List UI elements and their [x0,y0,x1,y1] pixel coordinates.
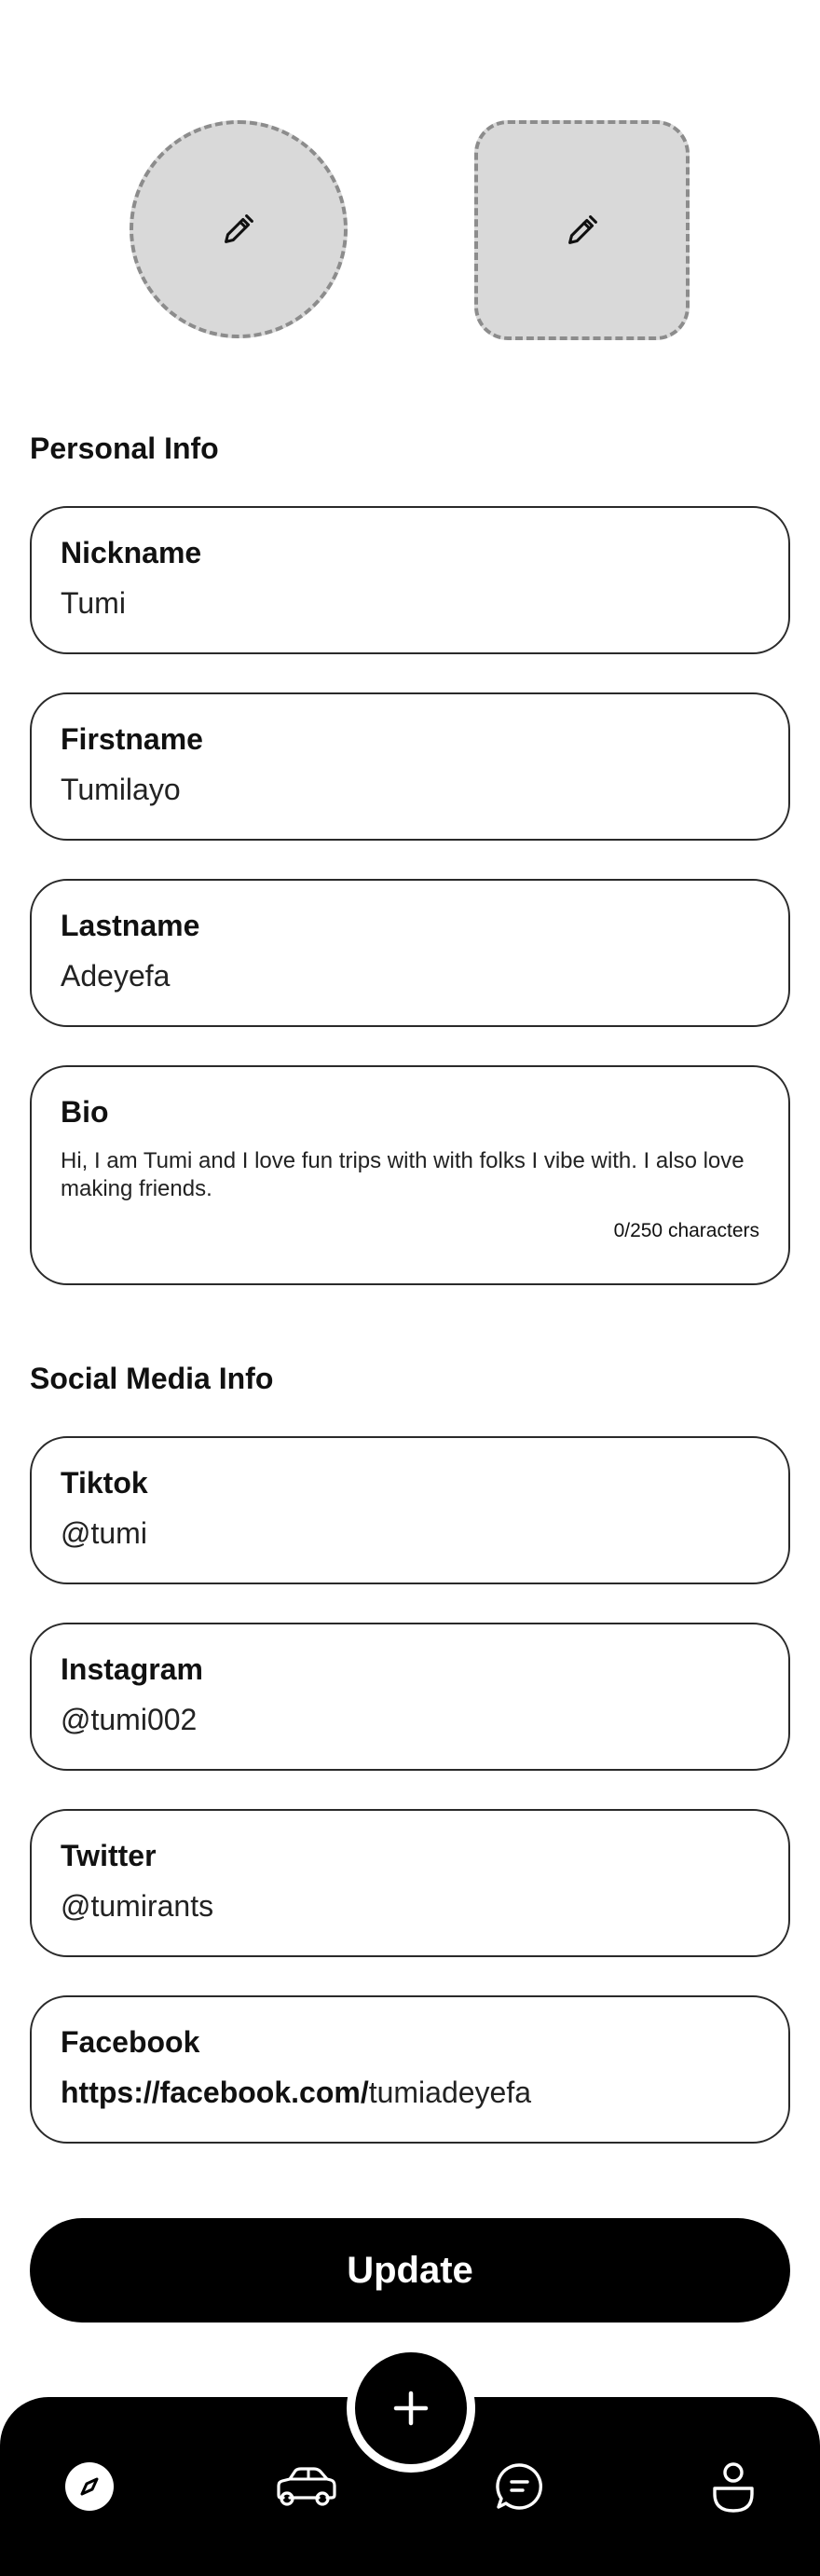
add-button[interactable] [347,2344,475,2473]
nickname-field[interactable]: Nickname [30,506,790,654]
bio-field[interactable]: Bio Hi, I am Tumi and I love fun trips w… [30,1065,790,1285]
facebook-label: Facebook [61,2025,200,2059]
personal-info-heading: Personal Info [30,432,219,465]
social-media-info-heading: Social Media Info [30,1362,274,1395]
nav-rides[interactable] [272,2457,339,2516]
instagram-input[interactable] [61,1703,750,1737]
twitter-label: Twitter [61,1839,157,1872]
facebook-url-prefix: https://facebook.com/ [61,2076,369,2109]
pencil-icon [225,214,253,243]
facebook-field[interactable]: Facebook https://facebook.com/tumiadeyef… [30,1995,790,2144]
nav-messages[interactable] [489,2457,549,2516]
tiktok-input[interactable] [61,1516,750,1551]
bio-character-counter: 0/250 characters [613,1220,759,1241]
nav-explore[interactable] [60,2457,119,2516]
update-button[interactable]: Update [30,2218,790,2323]
nickname-label: Nickname [61,536,202,569]
lastname-input[interactable] [61,959,750,993]
lastname-label: Lastname [61,909,200,942]
pencil-icon [567,215,597,244]
instagram-field[interactable]: Instagram [30,1623,790,1771]
profile-icon [713,2462,754,2513]
twitter-input[interactable] [61,1889,750,1924]
chat-icon [496,2463,542,2510]
twitter-field[interactable]: Twitter [30,1809,790,1957]
cover-photo-picker[interactable] [474,120,690,340]
plus-icon [393,2391,429,2426]
nav-profile[interactable] [704,2457,763,2516]
tiktok-label: Tiktok [61,1466,148,1500]
nickname-input[interactable] [61,586,750,621]
facebook-input[interactable]: https://facebook.com/tumiadeyefa [61,2076,750,2110]
firstname-label: Firstname [61,722,203,756]
compass-icon [65,2462,114,2511]
firstname-field[interactable]: Firstname [30,692,790,841]
instagram-label: Instagram [61,1652,203,1686]
bio-textarea[interactable]: Hi, I am Tumi and I love fun trips with … [61,1147,759,1203]
bio-label: Bio [61,1095,109,1129]
car-icon [277,2467,336,2506]
firstname-input[interactable] [61,773,750,807]
profile-photo-picker[interactable] [130,120,348,338]
lastname-field[interactable]: Lastname [30,879,790,1027]
facebook-handle: tumiadeyefa [368,2076,532,2109]
tiktok-field[interactable]: Tiktok [30,1436,790,1584]
